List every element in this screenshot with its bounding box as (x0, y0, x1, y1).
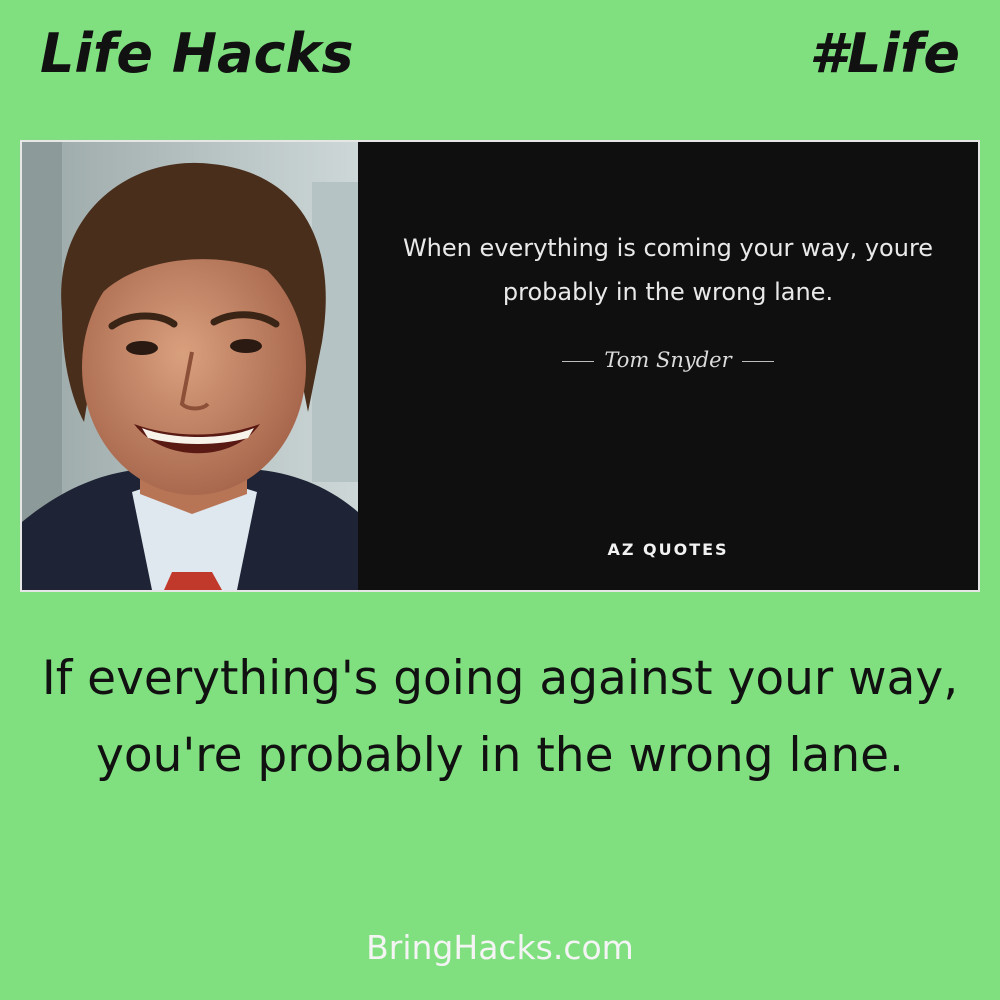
caption-text: If everything's going against your way, … (41, 651, 959, 783)
right-dash (741, 361, 774, 362)
left-dash (562, 361, 595, 362)
site-url: BringHacks.com (366, 928, 634, 967)
quote-author-line: Tom Snyder (358, 348, 978, 372)
quote-panel: When everything is coming your way, your… (358, 142, 978, 590)
quote-text: When everything is coming your way, your… (402, 234, 934, 306)
brand-title: Life Hacks (40, 22, 354, 85)
quote-card: When everything is coming your way, your… (20, 140, 980, 592)
azquotes-logo: AZ QUOTES (607, 540, 729, 559)
hashtag-label: #Life (809, 22, 960, 85)
author-portrait (22, 142, 358, 590)
quote-author: Tom Snyder (604, 348, 732, 372)
